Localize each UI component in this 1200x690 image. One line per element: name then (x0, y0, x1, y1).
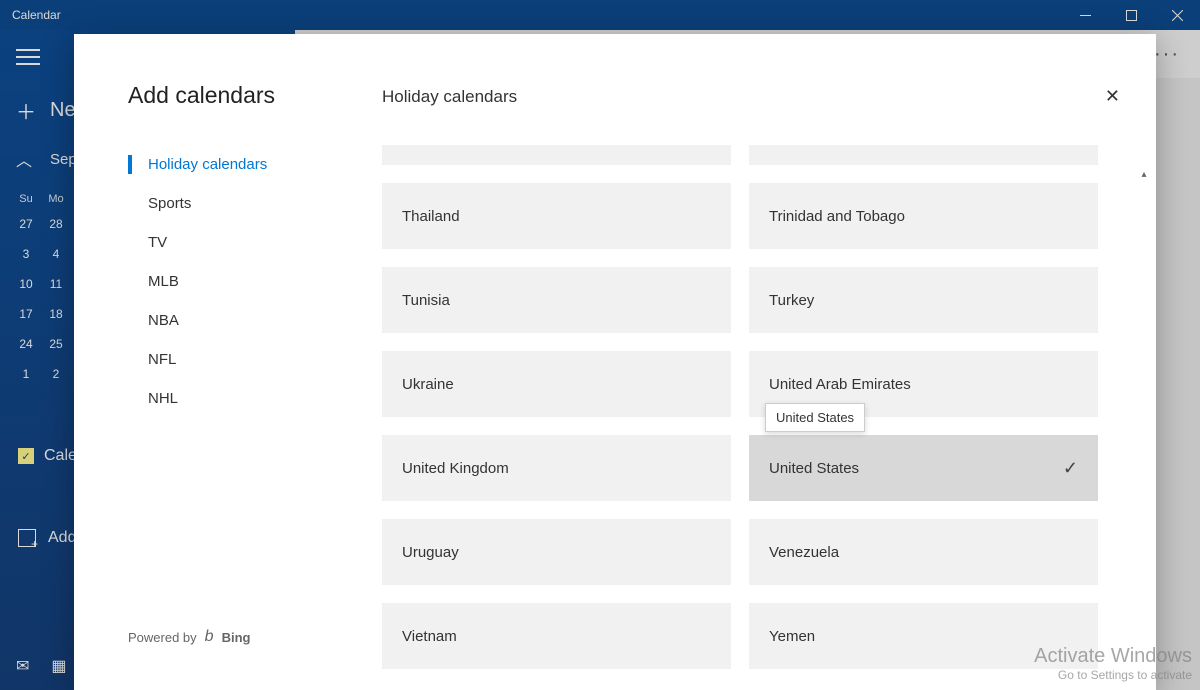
bing-logo-icon: b (205, 628, 214, 646)
holiday-card-united-states[interactable]: United States ✓ United States (749, 435, 1098, 501)
add-calendars-modal: Add calendars Holiday calendars Sports T… (74, 34, 1156, 690)
scroll-up-arrow-icon[interactable]: ▴ (1136, 166, 1152, 182)
nav-item-holiday-calendars[interactable]: Holiday calendars (128, 145, 382, 184)
holiday-card-ukraine[interactable]: Ukraine (382, 351, 731, 417)
powered-by-label: Powered by b Bing (128, 628, 382, 666)
holiday-calendar-grid: Thailand Trinidad and Tobago Tunisia Tur… (382, 145, 1128, 690)
holiday-card-turkey[interactable]: Turkey (749, 267, 1098, 333)
nav-item-nhl[interactable]: NHL (128, 379, 382, 418)
holiday-card-united-kingdom[interactable]: United Kingdom (382, 435, 731, 501)
holiday-card-tunisia[interactable]: Tunisia (382, 267, 731, 333)
nav-item-tv[interactable]: TV (128, 223, 382, 262)
nav-item-nba[interactable]: NBA (128, 301, 382, 340)
holiday-card-uruguay[interactable]: Uruguay (382, 519, 731, 585)
nav-item-mlb[interactable]: MLB (128, 262, 382, 301)
holiday-card-vietnam[interactable]: Vietnam (382, 603, 731, 669)
modal-title: Add calendars (128, 82, 382, 109)
scrollbar[interactable]: ▴ (1136, 166, 1152, 690)
nav-item-nfl[interactable]: NFL (128, 340, 382, 379)
holiday-card-trinidad-and-tobago[interactable]: Trinidad and Tobago (749, 183, 1098, 249)
nav-item-sports[interactable]: Sports (128, 184, 382, 223)
close-modal-button[interactable]: ✕ (1097, 82, 1128, 111)
modal-nav: Holiday calendars Sports TV MLB NBA NFL … (128, 145, 382, 418)
windows-activation-watermark: Activate Windows Go to Settings to activ… (1034, 645, 1192, 682)
checkmark-icon: ✓ (1063, 458, 1078, 479)
holiday-card[interactable] (382, 145, 731, 165)
modal-sidebar: Add calendars Holiday calendars Sports T… (74, 34, 382, 690)
modal-subtitle: Holiday calendars (382, 87, 517, 107)
holiday-card[interactable] (749, 145, 1098, 165)
modal-content: Holiday calendars ✕ Thailand Trinidad an… (382, 34, 1156, 690)
tooltip: United States (765, 403, 865, 432)
holiday-card-venezuela[interactable]: Venezuela (749, 519, 1098, 585)
holiday-card-thailand[interactable]: Thailand (382, 183, 731, 249)
